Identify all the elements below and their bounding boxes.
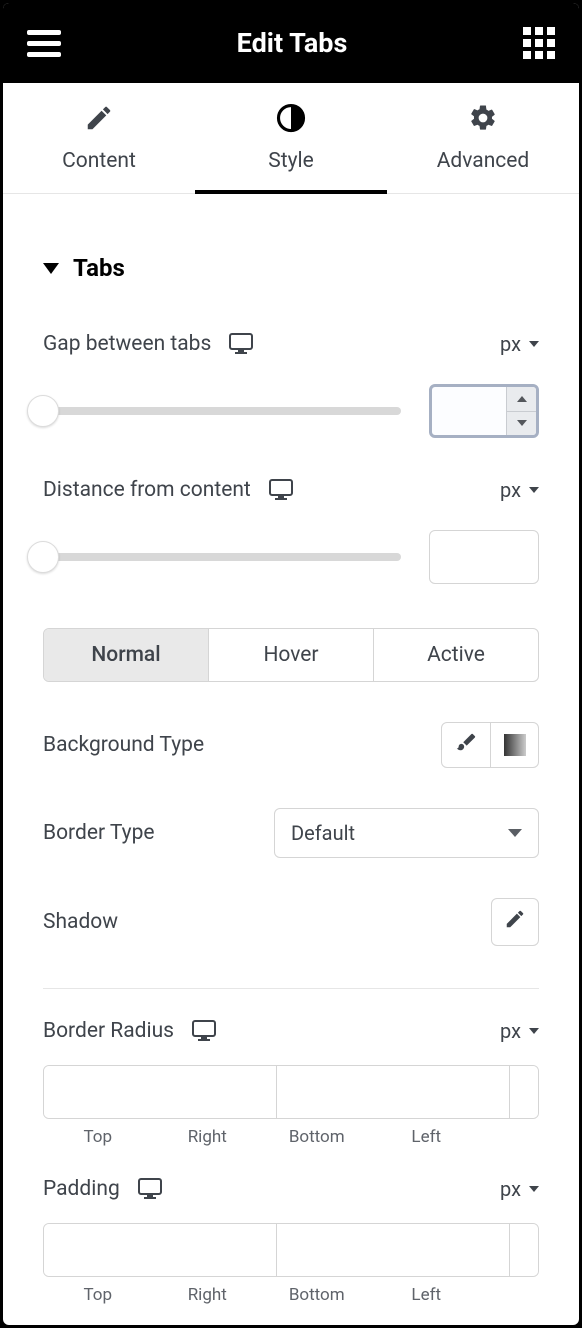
apps-icon[interactable] [523,27,555,59]
gap-slider[interactable] [43,395,401,427]
border-radius-unit-label: px [500,1019,521,1043]
distance-row: Distance from content px [43,478,539,502]
padding-label: Padding [43,1177,120,1201]
divider [43,988,539,989]
distance-input[interactable] [430,531,538,583]
state-tab-normal-label: Normal [91,643,160,667]
gap-number-input[interactable] [429,384,539,438]
distance-slider-row [43,530,539,584]
gap-label: Gap between tabs [43,332,211,356]
label-left: Left [372,1127,482,1147]
brush-icon [455,731,477,759]
label-bottom: Bottom [262,1285,372,1305]
tab-content[interactable]: Content [3,83,195,193]
border-type-row: Border Type Default [43,808,539,858]
border-type-label: Border Type [43,821,155,845]
desktop-icon[interactable] [269,479,293,501]
shadow-label: Shadow [43,910,118,934]
state-tab-active-label: Active [427,643,485,667]
border-type-value: Default [291,821,355,845]
gear-icon [468,103,498,137]
label-top: Top [43,1127,153,1147]
padding-bottom[interactable] [510,1224,539,1276]
state-tab-hover[interactable]: Hover [208,629,373,681]
chevron-down-icon [529,487,539,493]
padding-row: Padding px [43,1177,539,1201]
padding-unit-label: px [500,1177,521,1201]
border-radius-row: Border Radius px [43,1019,539,1043]
tab-advanced-label: Advanced [437,149,530,173]
chevron-down-icon [529,1186,539,1192]
distance-number-input[interactable] [429,530,539,584]
desktop-icon[interactable] [229,333,253,355]
border-radius-top[interactable] [44,1066,277,1118]
distance-unit-label: px [500,478,521,502]
border-radius-inputs [43,1065,539,1119]
gap-row: Gap between tabs px [43,332,539,356]
border-type-select[interactable]: Default [274,808,539,858]
state-tabs: Normal Hover Active [43,628,539,682]
section-title: Tabs [73,254,125,282]
label-left: Left [372,1285,482,1305]
border-radius-labels: Top Right Bottom Left [43,1127,539,1147]
shadow-edit-button[interactable] [491,898,539,946]
gap-slider-row [43,384,539,438]
border-radius-right[interactable] [277,1066,510,1118]
distance-unit-selector[interactable]: px [500,478,539,502]
panel-title: Edit Tabs [61,27,523,59]
background-gradient-button[interactable] [490,723,538,767]
tab-style[interactable]: Style [195,83,387,193]
border-radius-bottom[interactable] [510,1066,539,1118]
number-spinner [506,387,536,435]
menu-icon[interactable] [27,30,61,57]
state-tab-hover-label: Hover [263,643,318,667]
slider-thumb[interactable] [27,395,59,427]
gap-unit-label: px [500,332,521,356]
tab-advanced[interactable]: Advanced [387,83,579,193]
contrast-icon [276,103,306,137]
tab-style-label: Style [268,149,314,173]
chevron-down-icon [529,341,539,347]
shadow-row: Shadow [43,898,539,946]
chevron-down-icon [529,1028,539,1034]
desktop-icon[interactable] [192,1020,216,1042]
background-classic-button[interactable] [442,723,490,767]
distance-slider[interactable] [43,541,401,573]
main-tabs: Content Style Advanced [3,83,579,194]
padding-unit-selector[interactable]: px [500,1177,539,1201]
padding-inputs [43,1223,539,1277]
label-top: Top [43,1285,153,1305]
border-radius-label: Border Radius [43,1019,174,1043]
label-right: Right [153,1285,263,1305]
gradient-icon [504,734,526,756]
padding-labels: Top Right Bottom Left [43,1285,539,1305]
state-tab-active[interactable]: Active [373,629,538,681]
header: Edit Tabs [3,3,579,83]
collapse-icon [43,263,59,274]
pencil-icon [84,103,114,137]
spinner-up[interactable] [507,387,536,412]
padding-top[interactable] [44,1224,277,1276]
distance-label: Distance from content [43,478,251,502]
slider-thumb[interactable] [27,541,59,573]
panel-body: Tabs Gap between tabs px [3,194,579,1325]
gap-input[interactable] [432,387,506,435]
spinner-down[interactable] [507,412,536,436]
background-type-buttons [441,722,539,768]
gap-unit-selector[interactable]: px [500,332,539,356]
background-type-row: Background Type [43,722,539,768]
chevron-down-icon [508,829,522,837]
state-tab-normal[interactable]: Normal [44,629,208,681]
editor-panel: Edit Tabs Content Style Advanced [3,3,579,1325]
pencil-icon [504,908,526,936]
tab-content-label: Content [62,149,136,173]
desktop-icon[interactable] [138,1178,162,1200]
label-right: Right [153,1127,263,1147]
section-header-tabs[interactable]: Tabs [43,194,539,282]
label-bottom: Bottom [262,1127,372,1147]
background-type-label: Background Type [43,733,204,757]
padding-right[interactable] [277,1224,510,1276]
border-radius-unit-selector[interactable]: px [500,1019,539,1043]
